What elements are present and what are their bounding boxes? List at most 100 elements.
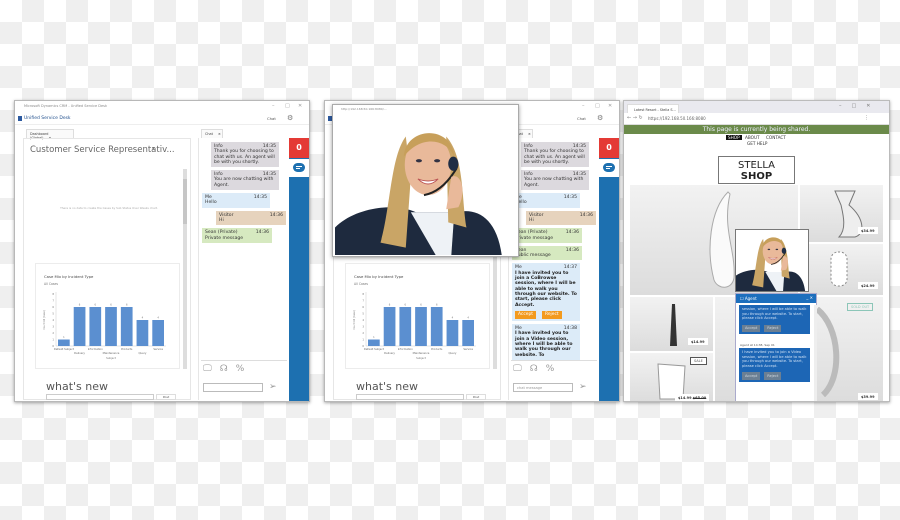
chevron-down-icon[interactable]: ▾	[152, 146, 155, 152]
post-input[interactable]	[356, 394, 464, 400]
product-3[interactable]: $14.99	[630, 297, 713, 351]
close-tab-icon[interactable]: ×	[528, 132, 531, 136]
minimize-icon[interactable]: –	[582, 103, 585, 109]
nav-contact[interactable]: CONTACT	[766, 135, 786, 140]
chat-panel: Info 14:35 Thank you for choosing to chat …	[198, 138, 288, 400]
unread-count-badge[interactable]: 0	[599, 138, 619, 158]
agent-message-text: session, where I will be able to walk yo…	[742, 307, 807, 321]
chat-message: Me 14:38 I have invited you to join a Vide…	[512, 324, 580, 360]
send-icon[interactable]: ➢	[579, 382, 587, 392]
minimize-icon[interactable]: –	[272, 103, 275, 109]
nav-about[interactable]: ABOUT	[745, 135, 760, 140]
sold-out-badge: SOLD OUT	[847, 303, 874, 311]
screen-share-icon[interactable]: 🖵	[203, 364, 220, 374]
message-time: 14:36	[255, 230, 269, 236]
reject-button[interactable]: Reject	[764, 372, 782, 380]
x-axis-label: Subject	[416, 356, 426, 360]
y-tick-label: 3	[362, 325, 364, 329]
dashboard-panel: Customer Service Representativ... ▾ Ther…	[23, 138, 191, 400]
url-field[interactable]: https://192.168.50.166:8080	[648, 116, 706, 121]
product-4[interactable]: SALE $14.99 $65.00	[630, 353, 713, 401]
close-icon[interactable]: ✕	[608, 103, 612, 109]
post-input[interactable]	[46, 394, 154, 400]
post-button[interactable]: Post	[156, 394, 176, 400]
chat-message: Info 14:35 Thank you for choosing to chat …	[211, 142, 279, 168]
bar	[136, 320, 149, 346]
close-tab-icon[interactable]: ×	[218, 132, 221, 136]
headset-icon[interactable]: ☊	[220, 364, 236, 374]
x-tick-label: Default Subject	[364, 347, 384, 351]
message-time: 14:36	[269, 212, 283, 218]
y-tick-label: 4	[52, 318, 54, 322]
message-text: Public message	[515, 253, 551, 259]
accept-button[interactable]: Accept	[742, 324, 761, 333]
message-text: Hi	[529, 217, 534, 223]
window-controls[interactable]: –□✕	[839, 103, 880, 109]
chat-bubble-icon[interactable]	[599, 159, 619, 177]
menu-icon[interactable]: ⋮	[864, 115, 869, 121]
session-sidebar: 0	[599, 138, 619, 401]
nav-get-help[interactable]: GET HELP	[747, 141, 767, 146]
agent-widget-header: ☐ Agent _ ✕	[736, 294, 816, 303]
product-price: $34.99	[858, 227, 878, 234]
gear-icon[interactable]: ⚙	[287, 114, 293, 122]
shop-logo: STELLA SHOP	[718, 156, 795, 184]
nav-arrows-icon[interactable]: ← → ↻	[627, 115, 643, 121]
chat-input[interactable]	[203, 383, 263, 392]
x-tick-label: Default Subject	[54, 347, 74, 351]
chat-input[interactable]: chat message	[513, 383, 573, 392]
video-popup-window: http://192.168.50.166:8080/...	[332, 104, 519, 257]
case-mix-chart: Case Mix by Incident Type All Cases 0123…	[35, 263, 180, 369]
chat-bubble-icon[interactable]	[289, 159, 309, 177]
close-icon[interactable]: ✕	[298, 103, 302, 109]
post-button[interactable]: Post	[466, 394, 486, 400]
accept-button[interactable]: Accept	[742, 372, 761, 380]
message-text: Hello	[205, 200, 217, 206]
data-label: 4	[157, 317, 159, 320]
whats-new-heading: what's new	[356, 380, 419, 393]
nav-shop[interactable]: SHOP	[726, 135, 742, 140]
gear-icon[interactable]: ⚙	[597, 114, 603, 122]
maximize-icon[interactable]: □	[595, 103, 600, 109]
message-time: 14:35	[572, 144, 586, 149]
reject-button[interactable]: Reject	[541, 310, 562, 320]
brand-line-1: STELLA	[738, 160, 775, 171]
message-time: 14:35	[262, 172, 276, 178]
end-call-icon[interactable]: %	[236, 364, 253, 374]
x-tick-label: Products	[121, 347, 133, 351]
product-2[interactable]: $24.99	[800, 244, 883, 295]
data-label: 6	[126, 304, 128, 307]
chat-button[interactable]: Chat	[267, 116, 276, 121]
headset-icon[interactable]: ☊	[530, 364, 546, 374]
widget-scrollbar[interactable]	[814, 305, 817, 401]
product-1[interactable]: $34.99	[800, 185, 883, 242]
x-tick-label: Information	[88, 347, 103, 351]
chat-message: Info 14:35 You are now chatting with Agent…	[211, 170, 279, 191]
divider	[511, 360, 597, 361]
tab-chat[interactable]: Chat ×	[201, 129, 223, 138]
empty-chart-message: There is no data to create the Cases by …	[60, 206, 158, 210]
woman-with-headset-image	[335, 116, 517, 256]
agent-message: session, where I will be able to walk yo…	[739, 305, 810, 335]
chat-message: Me14:35Hello	[202, 193, 270, 208]
maximize-icon[interactable]: □	[285, 103, 290, 109]
minimize-close-icon[interactable]: _ ✕	[806, 295, 813, 300]
tab-title: Latest Resort - Stella S...	[634, 108, 676, 112]
data-label: 6	[420, 304, 422, 307]
chat-message: Me 14:37 I have invited you to join a CoBr…	[512, 263, 580, 322]
message-time: 14:35	[572, 172, 586, 178]
chat-message: Info 14:35 You are now chatting with Agent…	[521, 170, 589, 191]
reject-button[interactable]: Reject	[764, 324, 782, 333]
data-label: 4	[452, 317, 454, 320]
screen-share-icon[interactable]: 🖵	[513, 364, 530, 374]
chat-button[interactable]: Chat	[577, 116, 586, 121]
y-tick-label: 6	[52, 305, 54, 309]
end-call-icon[interactable]: %	[546, 364, 563, 374]
bar	[462, 320, 474, 346]
y-tick-label: 8	[52, 292, 54, 296]
accept-button[interactable]: Accept	[515, 310, 536, 320]
unread-count-badge[interactable]: 0	[289, 138, 309, 158]
tab-dashboard[interactable]: Dashboard (Global)×	[26, 129, 74, 140]
send-icon[interactable]: ➢	[269, 382, 277, 392]
scrollbar-thumb[interactable]	[183, 179, 187, 224]
